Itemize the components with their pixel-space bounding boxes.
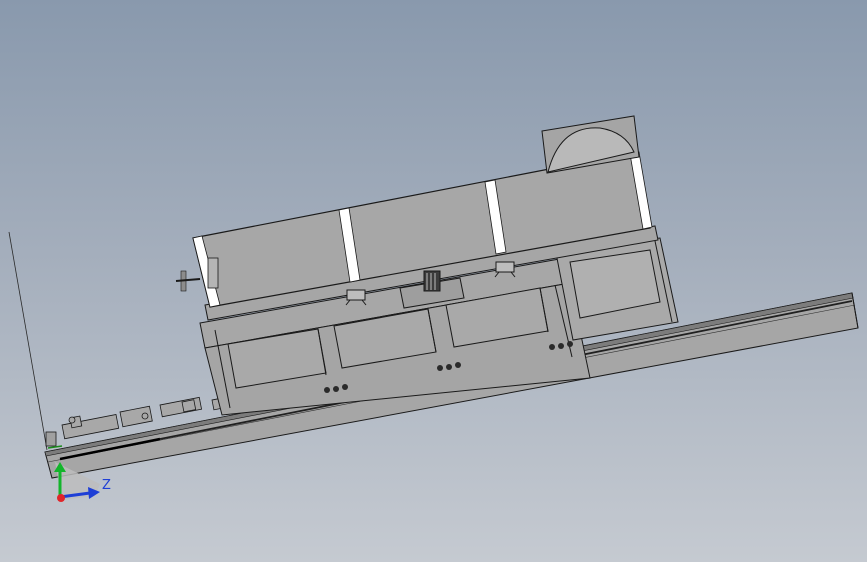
- triad-origin: [57, 494, 65, 502]
- model-scene[interactable]: Z: [0, 0, 867, 562]
- cad-viewport[interactable]: Z: [0, 0, 867, 562]
- reference-line: [8, 231, 48, 451]
- z-axis-label: Z: [102, 478, 111, 493]
